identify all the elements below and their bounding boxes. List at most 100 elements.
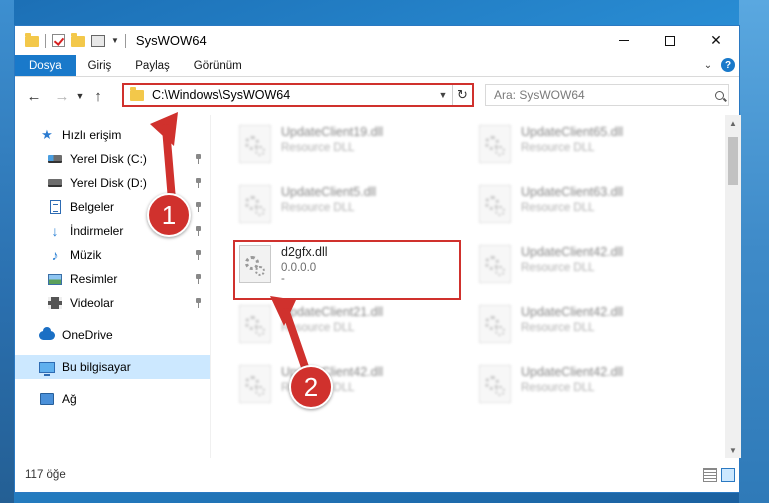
dll-file-icon — [479, 125, 511, 163]
file-explorer-window: ▼ SysWOW64 ✕ Dosya Giriş Paylaş Görünüm … — [14, 25, 741, 493]
tab-share[interactable]: Paylaş — [123, 55, 182, 76]
file-item[interactable]: UpdateClient42.dllResource DLL — [233, 361, 463, 411]
search-box[interactable]: Ara: SysWOW64 — [485, 84, 729, 106]
pin-icon[interactable] — [194, 298, 202, 308]
sidebar-item-videos[interactable]: Videolar — [15, 291, 210, 315]
file-description: Resource DLL — [521, 322, 595, 334]
pin-icon[interactable] — [194, 226, 202, 236]
file-name: UpdateClient42.dll — [521, 365, 624, 379]
search-input[interactable]: Ara: SysWOW64 — [494, 88, 710, 102]
quick-access-toolbar: ▼ — [15, 33, 126, 48]
sidebar-item-pictures[interactable]: Resimler — [15, 267, 210, 291]
dll-file-icon — [239, 125, 271, 163]
tab-view[interactable]: Görünüm — [182, 55, 254, 76]
close-button[interactable]: ✕ — [693, 26, 739, 55]
search-icon[interactable] — [710, 90, 728, 100]
sidebar-item-label: Belgeler — [70, 200, 115, 214]
step-1-callout: 1 — [147, 193, 191, 237]
sidebar-item-music[interactable]: ♪ Müzik — [15, 243, 210, 267]
pin-icon[interactable] — [194, 250, 202, 260]
dll-file-icon — [239, 365, 271, 403]
sidebar-item-label: İndirmeler — [70, 224, 124, 238]
scrollbar-thumb[interactable] — [728, 137, 738, 185]
sidebar-item-label: Bu bilgisayar — [62, 360, 131, 374]
sidebar-item-local-disk-d[interactable]: Yerel Disk (D:) — [15, 171, 210, 195]
cloud-icon — [39, 326, 55, 342]
sidebar-item-label: Ağ — [62, 392, 77, 406]
maximize-icon — [665, 35, 675, 46]
new-folder-icon[interactable] — [71, 33, 85, 47]
download-icon: ↓ — [51, 223, 59, 239]
maximize-button[interactable] — [647, 26, 693, 55]
main-content: ★ Hızlı erişim Yerel Disk (C:) Yerel Dis… — [15, 115, 741, 458]
file-list: UpdateClient19.dll Resource DLL UpdateCli… — [211, 115, 725, 458]
customize-dropdown-icon[interactable]: ▼ — [111, 36, 119, 45]
document-icon — [47, 200, 63, 214]
video-icon — [47, 296, 63, 310]
file-item[interactable]: UpdateClient21.dll Resource DLL — [233, 301, 463, 351]
tab-home[interactable]: Giriş — [76, 55, 124, 76]
dll-file-icon — [479, 365, 511, 403]
file-description: Resource DLL — [521, 262, 595, 274]
sidebar-item-local-disk-c[interactable]: Yerel Disk (C:) — [15, 147, 210, 171]
up-arrow-icon: ↑ — [94, 87, 102, 105]
sidebar-item-onedrive[interactable]: OneDrive — [15, 323, 210, 347]
forward-button[interactable]: → — [51, 85, 73, 107]
tab-file[interactable]: Dosya — [15, 55, 76, 76]
pin-icon[interactable] — [194, 178, 202, 188]
file-item[interactable]: UpdateClient42.dll Resource DLL — [473, 361, 703, 411]
file-item[interactable]: UpdateClient19.dll Resource DLL — [233, 121, 463, 171]
file-item[interactable]: UpdateClient63.dll Resource DLL — [473, 181, 703, 231]
file-name: UpdateClient19.dll — [281, 125, 384, 139]
sidebar-item-this-pc[interactable]: Bu bilgisayar — [15, 355, 210, 379]
forward-arrow-icon: → — [54, 87, 70, 105]
scroll-up-icon[interactable]: ▲ — [725, 115, 741, 131]
navigation-pane: ★ Hızlı erişim Yerel Disk (C:) Yerel Dis… — [15, 115, 211, 458]
address-bar[interactable]: C:\Windows\SysWOW64 ▼ ↻ — [122, 83, 474, 107]
dll-file-icon — [239, 185, 271, 223]
file-item[interactable]: UpdateClient5.dll Resource DLL — [233, 181, 463, 231]
sidebar-item-network[interactable]: Ağ — [15, 387, 210, 411]
dll-file-icon — [239, 305, 271, 343]
file-name: UpdateClient63.dll — [521, 185, 624, 199]
up-button[interactable]: ↑ — [87, 85, 109, 107]
file-item[interactable]: UpdateClient42.dllResource DLL — [473, 241, 703, 291]
pin-icon[interactable] — [194, 154, 202, 164]
item-count: 117 öğe — [25, 469, 66, 481]
sidebar-item-label: Yerel Disk (D:) — [70, 176, 147, 190]
navigation-bar: ← → ▼ ↑ C:\Windows\SysWOW64 ▼ ↻ Ara: Sys… — [15, 77, 739, 115]
back-button[interactable]: ← — [23, 85, 45, 107]
address-dropdown-icon[interactable]: ▼ — [434, 90, 452, 100]
file-item[interactable]: UpdateClient42.dllResource DLL — [473, 301, 703, 351]
file-name: UpdateClient65.dll — [521, 125, 624, 139]
star-icon: ★ — [41, 127, 53, 142]
address-path[interactable]: C:\Windows\SysWOW64 — [152, 88, 434, 102]
pin-icon[interactable] — [194, 274, 202, 284]
file-description: Resource DLL — [281, 142, 355, 154]
customize-icon[interactable] — [91, 34, 105, 47]
file-description: Resource DLL — [521, 382, 595, 394]
title-bar: ▼ SysWOW64 ✕ — [15, 26, 739, 55]
tiles-view-icon[interactable] — [721, 468, 735, 482]
vertical-scrollbar[interactable]: ▲ ▼ — [725, 115, 741, 458]
details-view-icon[interactable] — [703, 468, 717, 482]
drive-icon — [47, 176, 63, 190]
ribbon: Dosya Giriş Paylaş Görünüm ⌄ ? — [15, 55, 739, 77]
view-toggle — [703, 468, 735, 482]
pin-icon[interactable] — [194, 202, 202, 212]
sidebar-item-label: Yerel Disk (C:) — [70, 152, 147, 166]
sidebar-item-quick-access[interactable]: ★ Hızlı erişim — [15, 123, 210, 147]
step-2-callout: 2 — [289, 365, 333, 409]
file-item[interactable]: UpdateClient65.dll Resource DLL — [473, 121, 703, 171]
file-name: UpdateClient5.dll — [281, 185, 377, 199]
scroll-down-icon[interactable]: ▼ — [725, 442, 741, 458]
expand-ribbon-icon[interactable]: ⌄ — [701, 58, 715, 72]
window-title: SysWOW64 — [135, 33, 207, 48]
refresh-icon[interactable]: ↻ — [452, 85, 472, 105]
minimize-button[interactable] — [601, 26, 647, 55]
magnifier-icon — [714, 90, 724, 100]
recent-locations-button[interactable]: ▼ — [73, 85, 87, 107]
properties-check-icon[interactable] — [52, 34, 65, 47]
help-icon[interactable]: ? — [721, 58, 735, 72]
file-description: Resource DLL — [281, 322, 355, 334]
